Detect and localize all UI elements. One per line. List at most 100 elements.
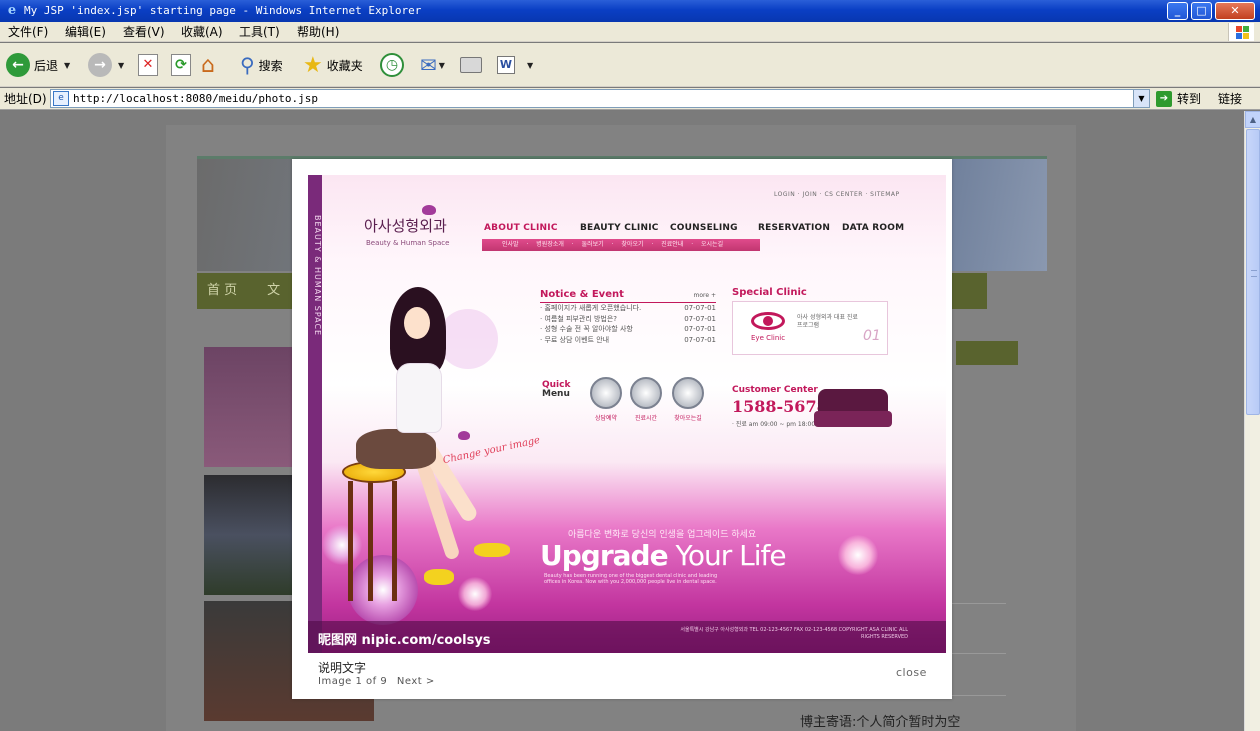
back-label: 后退 [34,58,59,73]
lightbox: BEAUTY & HUMAN SPACE 아사성형외과 Beauty & Hum… [292,159,952,699]
mail-button[interactable]: ✉ ▼ [420,51,445,79]
back-button[interactable]: ← 后退 ▼ [6,51,70,79]
back-arrow-icon: ← [6,53,30,77]
home-icon: ⌂ [201,52,215,78]
notice-row: · 무료 상담 이벤트 안내 07-07-01 [540,335,716,344]
forward-arrow-icon: → [88,53,112,77]
menu-edit[interactable]: 编辑(E) [65,22,106,42]
image-subnav: 인사말 · 병원장소개 · 둘러보기 · 찾아오기 · 진료안내 · 오시는길 [482,239,760,251]
image-notice-box: Notice & Event more + · 홈페이지가 새롭게 오픈했습니다.… [540,289,716,345]
lightbox-caption: 说明文字 [318,661,367,675]
address-dropdown-icon[interactable]: ▼ [1133,90,1149,107]
notice-row: · 성형 수술 전 꼭 알아야할 사항 07-07-01 [540,325,716,333]
image-nav-reservation: RESERVATION [758,223,831,233]
menu-view[interactable]: 查看(V) [123,22,165,42]
special-title: Special Clinic [732,287,807,298]
home-button[interactable]: ⌂ [201,51,215,79]
quick-hours-icon [630,377,662,409]
flower-decoration [838,535,878,575]
history-icon: ◷ [380,53,404,77]
scroll-up-icon[interactable]: ▲ [1245,111,1260,128]
forward-dropdown-icon[interactable]: ▼ [118,61,124,70]
search-icon: ⚲ [240,53,255,77]
stop-button[interactable]: ✕ [138,51,158,79]
special-number: 01 [863,328,881,344]
browser-window: e My JSP 'index.jsp' starting page - Win… [0,0,1260,731]
eye-pupil-icon [763,316,773,326]
nav-home[interactable]: 首 页 [207,283,237,298]
word-edit-icon: W [497,56,515,74]
search-label: 搜索 [258,58,283,73]
back-dropdown-icon[interactable]: ▼ [64,61,70,70]
grip-icon [1251,270,1257,277]
butterfly-icon [458,431,470,440]
eye-clinic-caption: Eye Clinic [751,334,786,342]
favorites-button[interactable]: ★ 收藏夹 [303,51,363,79]
print-button[interactable] [460,51,482,79]
minimize-button[interactable]: _ [1167,2,1188,20]
edit-dropdown-icon[interactable]: ▼ [527,61,533,70]
image-nav-about: ABOUT CLINIC [484,223,558,233]
history-button[interactable]: ◷ [380,51,404,79]
sidebar-header [956,341,1018,365]
image-small-copy: Beauty has been running one of the bigge… [544,573,718,585]
scroll-thumb[interactable] [1246,129,1260,415]
go-label: 转到 [1177,92,1202,106]
girl-top [396,363,442,433]
url-input[interactable] [73,90,1123,107]
butterfly-icon [422,205,436,215]
quick-caption: 상담예약 [594,415,618,422]
menu-help[interactable]: 帮助(H) [297,22,339,42]
image-headline: Upgrade Your Life [540,539,787,572]
window-title: My JSP 'index.jsp' starting page - Windo… [24,4,422,17]
star-icon: ★ [303,52,323,78]
quick-reservation-icon [590,377,622,409]
sofa-seat [814,411,892,427]
address-field[interactable]: e ▼ [50,89,1150,108]
go-arrow-icon: ➔ [1156,91,1172,107]
special-desc: 아사 성형외과 대표 진료 프로그램 [797,314,858,329]
image-logo: 아사성형외과 [364,217,447,235]
flower-decoration [458,577,492,611]
image-sidebar: BEAUTY & HUMAN SPACE [308,175,322,653]
vertical-scrollbar[interactable]: ▲ [1244,111,1260,731]
menu-favorites[interactable]: 收藏(A) [181,22,223,42]
image-tagline: Change your image [441,434,542,467]
quick-location-icon [672,377,704,409]
maximize-button[interactable]: □ [1191,2,1212,20]
go-button[interactable]: ➔ 转到 [1156,89,1201,109]
forward-button[interactable]: → ▼ [88,51,124,79]
special-box: Eye Clinic 아사 성형외과 대표 진료 프로그램 01 [732,301,888,355]
stool-leg [392,481,397,601]
menu-bar: 文件(F) 编辑(E) 查看(V) 收藏(A) 工具(T) 帮助(H) [0,22,1260,42]
mail-icon: ✉ [420,53,437,77]
stool-leg [368,481,373,601]
refresh-button[interactable]: ⟳ [171,51,191,79]
cc-title: Customer Center [732,385,818,395]
stop-icon: ✕ [138,54,158,76]
close-window-button[interactable]: ✕ [1215,2,1255,20]
links-button[interactable]: 链接 [1218,88,1242,110]
refresh-icon: ⟳ [171,54,191,76]
lightbox-image[interactable]: BEAUTY & HUMAN SPACE 아사성형외과 Beauty & Hum… [308,175,946,653]
edit-button[interactable]: W ▼ [497,51,533,79]
search-button[interactable]: ⚲ 搜索 [240,51,283,79]
girl-shoe [424,569,454,585]
image-sidebar-text: BEAUTY & HUMAN SPACE [313,215,322,337]
next-link[interactable]: Next > [397,676,435,687]
lightbox-counter: Image 1 of 9 Next > [318,676,435,687]
mail-dropdown-icon[interactable]: ▼ [439,61,445,70]
nav-articles[interactable]: 文 [267,283,280,298]
lightbox-close-link[interactable]: close [896,666,927,679]
title-bar: e My JSP 'index.jsp' starting page - Win… [0,0,1260,22]
notice-row: · 홈페이지가 새롭게 오픈했습니다. 07-07-01 [540,304,716,312]
favorites-label: 收藏夹 [326,58,363,73]
menu-tools[interactable]: 工具(T) [239,22,280,42]
menu-file[interactable]: 文件(F) [8,22,48,42]
image-logo-sub: Beauty & Human Space [366,239,450,247]
quick-caption: 진료시간 [634,415,658,422]
page-icon: e [53,91,69,106]
image-nav-counseling: COUNSELING [670,223,738,233]
image-footer-text: 서울특별시 강남구 아사성형외과 TEL 02-123-4567 FAX 02-… [680,627,908,640]
stool-leg [348,481,353,601]
